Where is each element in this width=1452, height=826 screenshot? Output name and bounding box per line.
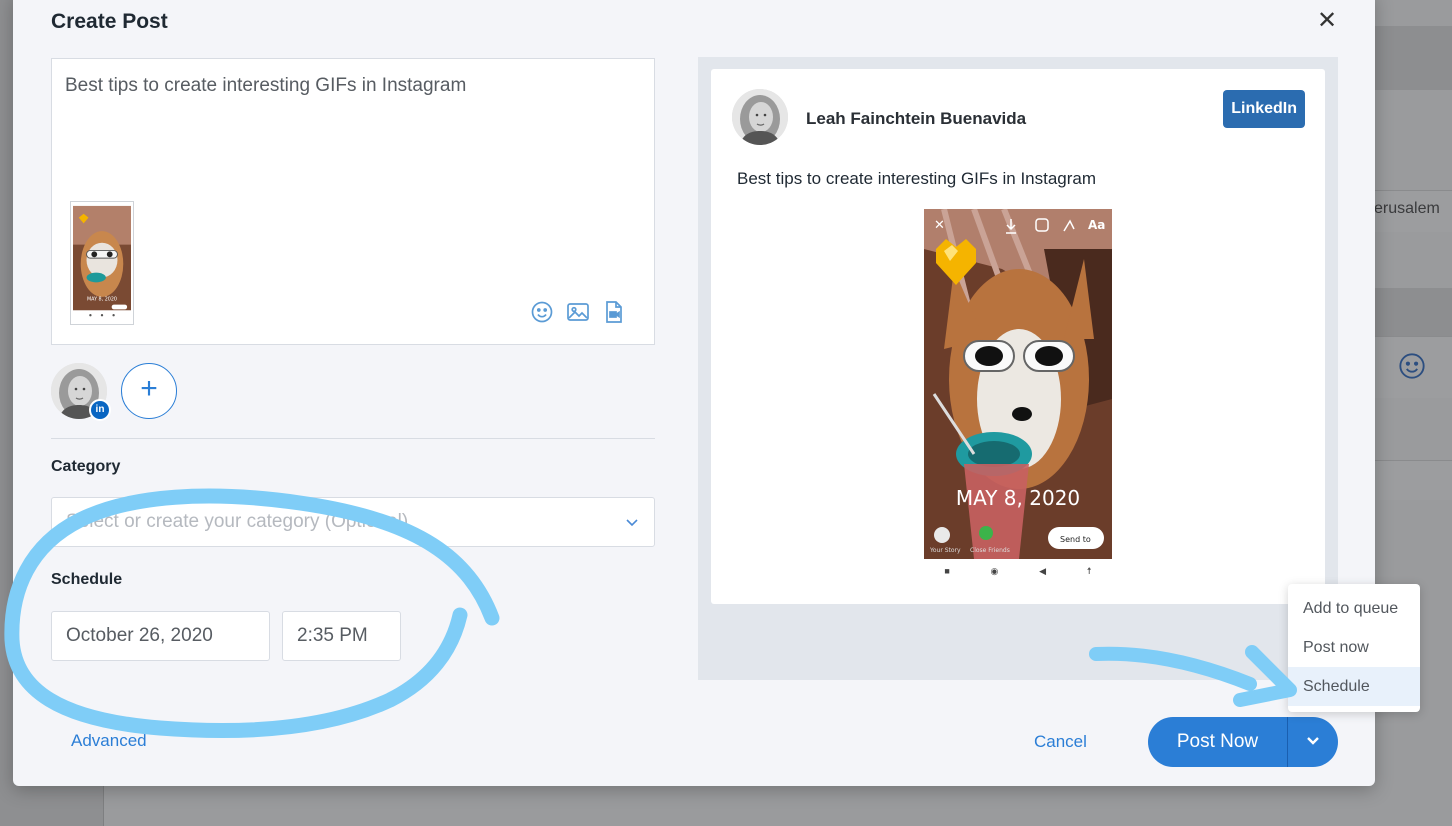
thumbnail-date: MAY 8, 2020 <box>87 297 117 303</box>
schedule-label: Schedule <box>51 571 123 588</box>
post-now-button[interactable]: Post Now <box>1148 717 1287 767</box>
preview-text: Best tips to create interesting GIFs in … <box>737 169 1097 188</box>
schedule-date-field[interactable]: October 26, 2020 <box>51 611 270 661</box>
post-preview-card: Leah Fainchtein Buenavida LinkedIn Best … <box>711 69 1325 604</box>
post-editor[interactable]: Best tips to create interesting GIFs in … <box>51 58 655 345</box>
chevron-down-icon <box>624 514 640 530</box>
background-row-band <box>1374 288 1452 336</box>
network-badge: LinkedIn <box>1223 90 1305 128</box>
divider <box>51 438 655 439</box>
menu-item-post-now[interactable]: Post now <box>1288 628 1420 667</box>
circle-icon: ◉ <box>990 565 999 576</box>
post-preview-area: Leah Fainchtein Buenavida LinkedIn Best … <box>698 57 1338 680</box>
video-file-icon[interactable] <box>602 300 626 324</box>
post-options-menu: Add to queue Post now Schedule <box>1288 584 1420 712</box>
background-row <box>1374 460 1452 500</box>
send-to-label: Send to <box>1060 535 1091 544</box>
menu-item-add-to-queue[interactable]: Add to queue <box>1288 589 1420 628</box>
image-date-overlay: MAY 8, 2020 <box>956 486 1080 510</box>
post-button-group: Post Now <box>1148 717 1338 767</box>
social-accounts: in + <box>51 363 177 421</box>
post-text[interactable]: Best tips to create interesting GIFs in … <box>65 75 466 97</box>
advanced-link[interactable]: Advanced <box>71 731 147 751</box>
preview-image: ✕ Aa MAY 8, 2020 Your Story Close Friend… <box>924 207 1112 559</box>
category-label: Category <box>51 458 121 475</box>
linkedin-badge-icon: in <box>89 399 111 421</box>
author-name: Leah Fainchtein Buenavida <box>806 109 1027 128</box>
emoji-icon[interactable] <box>530 300 554 324</box>
back-icon: ◀ <box>1039 565 1047 576</box>
background-timezone-text: erusalem <box>1374 200 1440 217</box>
add-account-button[interactable]: + <box>121 363 177 419</box>
svg-text:✕: ✕ <box>934 218 945 233</box>
category-select[interactable]: Select or create your category (Optional… <box>51 497 655 547</box>
account-avatar[interactable]: in <box>51 363 111 421</box>
category-placeholder: Select or create your category (Optional… <box>66 511 409 532</box>
create-post-modal: Create Post ✕ Best tips to create intere… <box>13 0 1375 786</box>
cancel-button[interactable]: Cancel <box>1034 732 1087 752</box>
background-header <box>1374 26 1452 90</box>
image-icon[interactable] <box>566 300 590 324</box>
editor-toolbar <box>530 300 626 324</box>
chevron-down-icon <box>1305 732 1321 753</box>
phone-nav-bar: ■ ◉ ◀ ☨ <box>924 564 1112 578</box>
attached-image-thumbnail[interactable]: MAY 8, 2020 <box>70 201 134 325</box>
schedule-time-field[interactable]: 2:35 PM <box>282 611 401 661</box>
close-friends-label: Close Friends <box>970 547 1010 554</box>
smiley-icon[interactable] <box>1398 352 1426 380</box>
avatar <box>732 89 788 145</box>
text-tool-label: Aa <box>1088 218 1105 232</box>
your-story-label: Your Story <box>929 547 961 554</box>
post-options-toggle[interactable] <box>1288 717 1338 767</box>
modal-title: Create Post <box>51 10 168 33</box>
square-icon: ■ <box>944 566 950 576</box>
close-icon[interactable]: ✕ <box>1315 8 1339 34</box>
accessibility-icon: ☨ <box>1086 565 1092 576</box>
menu-item-schedule[interactable]: Schedule <box>1288 667 1420 706</box>
